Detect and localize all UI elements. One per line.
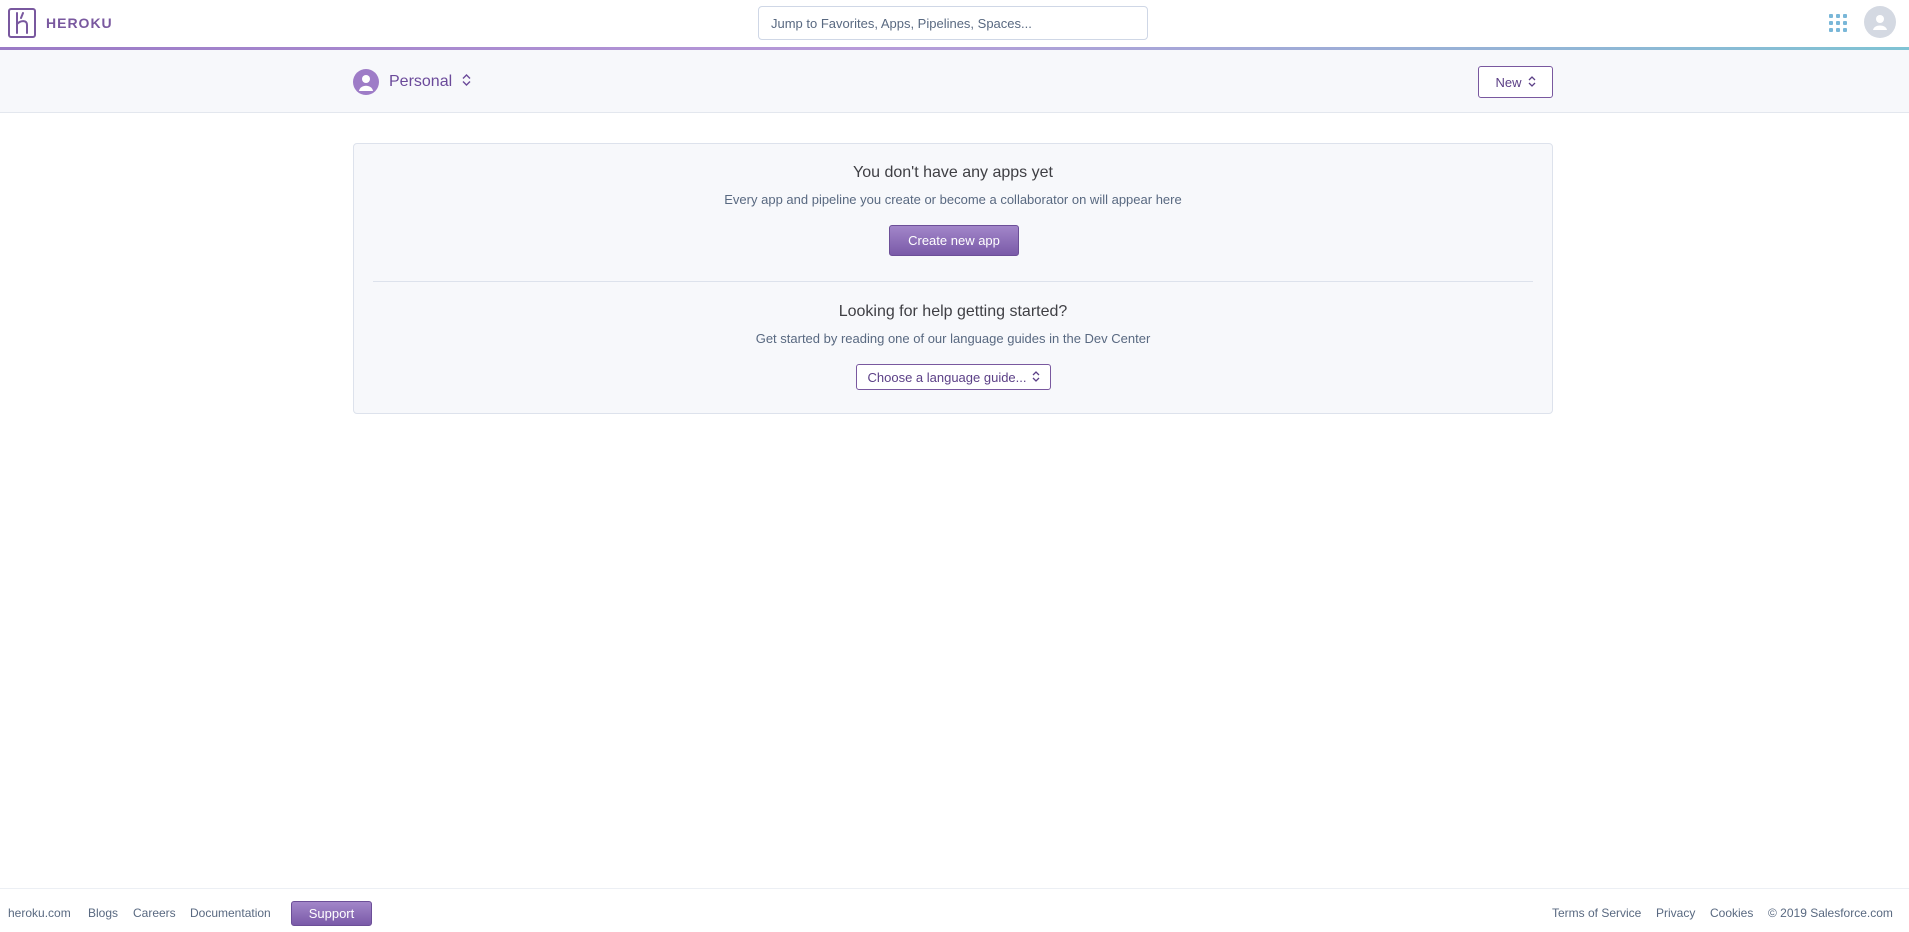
account-name: Personal: [389, 73, 453, 90]
section-divider: [373, 281, 1533, 282]
account-header: Personal New: [0, 50, 1909, 113]
footer: heroku.com Blogs Careers Documentation S…: [0, 888, 1909, 932]
user-avatar-icon[interactable]: [1864, 6, 1896, 38]
chevron-up-down-icon: [1528, 75, 1536, 90]
help-title: Looking for help getting started?: [838, 303, 1068, 320]
footer-link-terms[interactable]: Terms of Service: [1552, 906, 1641, 920]
heroku-wordmark: HEROKU: [46, 15, 113, 31]
chevron-up-down-icon: [1032, 370, 1040, 385]
search-input[interactable]: [758, 6, 1148, 40]
heroku-logo-link[interactable]: HEROKU: [8, 8, 113, 38]
language-guide-select-label: Choose a language guide...: [867, 369, 1027, 385]
new-button-label: New: [1495, 74, 1522, 90]
top-navigation-bar: HEROKU: [0, 0, 1909, 48]
footer-link-cookies[interactable]: Cookies: [1710, 906, 1753, 920]
footer-link-documentation[interactable]: Documentation: [190, 906, 271, 920]
empty-state-title: You don't have any apps yet: [853, 164, 1053, 181]
language-guide-select[interactable]: Choose a language guide...: [856, 364, 1051, 390]
new-dropdown-button[interactable]: New: [1478, 66, 1553, 98]
footer-link-blogs[interactable]: Blogs: [88, 906, 118, 920]
create-new-app-button[interactable]: Create new app: [889, 225, 1019, 256]
empty-apps-card: You don't have any apps yet Every app an…: [353, 143, 1553, 414]
support-button[interactable]: Support: [291, 901, 372, 926]
empty-state-description: Every app and pipeline you create or bec…: [724, 192, 1182, 207]
apps-grid-icon[interactable]: [1829, 14, 1847, 32]
footer-link-privacy[interactable]: Privacy: [1656, 906, 1695, 920]
help-description: Get started by reading one of our langua…: [755, 331, 1151, 346]
copyright-text: © 2019 Salesforce.com: [1768, 906, 1893, 920]
footer-link-careers[interactable]: Careers: [133, 906, 176, 920]
chevron-up-down-icon: [462, 73, 471, 91]
heroku-logo-icon: [8, 8, 36, 38]
account-switcher[interactable]: Personal: [353, 68, 471, 96]
footer-link-heroku[interactable]: heroku.com: [8, 906, 71, 920]
personal-avatar-icon: [353, 69, 379, 95]
